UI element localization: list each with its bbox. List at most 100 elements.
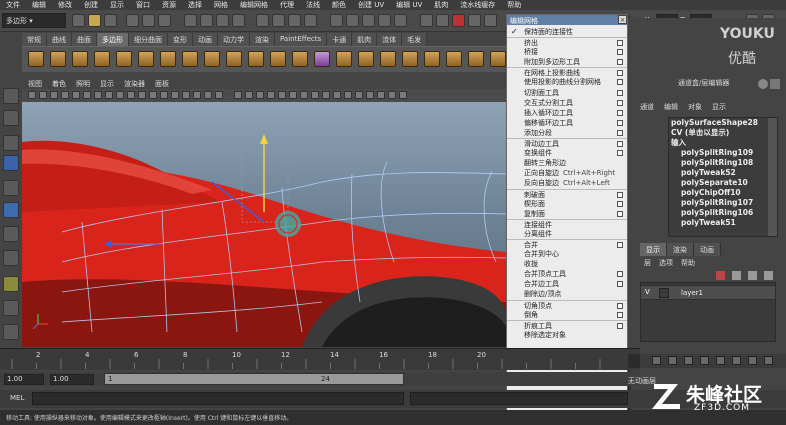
poly-plane-icon[interactable] [116,51,132,67]
channel-box-item[interactable]: polySplitRing109 [669,148,777,158]
viewport-tool-icon[interactable] [355,91,363,99]
option-box-icon[interactable] [617,40,623,47]
viewport-tool-icon[interactable] [311,91,319,99]
option-box-icon[interactable] [617,241,623,248]
ipr-render-icon[interactable] [288,14,301,27]
poly-cone-icon[interactable] [94,51,110,67]
select-object-icon[interactable] [142,14,155,27]
menu-item[interactable]: 肌肉 [434,0,448,10]
viewport-tool-icon[interactable] [204,91,212,99]
edit-mesh-menu-item[interactable]: 移除选定对象 [507,330,627,340]
option-box-icon[interactable] [617,59,623,66]
channel-box-item[interactable]: polySplitRing108 [669,158,777,168]
shelf-tab[interactable]: 动力学 [218,33,250,46]
channel-box-item[interactable]: polyChipOff10 [669,188,777,198]
new-layer-icon[interactable] [716,271,725,280]
viewport-tool-icon[interactable] [149,91,157,99]
hypershade-icon[interactable] [3,324,19,340]
menu-item[interactable]: 显示 [110,0,124,10]
menu-item[interactable]: 流水线缓存 [460,0,495,10]
split-icon[interactable] [402,51,418,67]
edit-mesh-menu-item[interactable]: 复制面 [507,209,627,219]
viewport-menu-item[interactable]: 视图 [28,79,42,89]
channel-box-scrollbar[interactable] [768,118,777,236]
edit-mesh-menu-item[interactable]: 分离组件 [507,229,627,239]
select-tool-icon[interactable] [3,88,19,104]
option-box-icon[interactable] [617,70,623,77]
toggle-icon[interactable] [770,79,780,89]
menu-item[interactable]: 代理 [280,0,294,10]
sphere-icon[interactable] [758,79,768,89]
viewport-tool-icon[interactable] [267,91,275,99]
edit-mesh-menu-item[interactable]: 连接组件 [507,218,627,229]
channel-box-item[interactable]: polyTweak51 [669,218,777,228]
menu-item[interactable]: 文件 [6,0,20,10]
edit-mesh-menu-title[interactable]: 编辑网格 [507,15,627,25]
menu-item[interactable]: 选择 [188,0,202,10]
layer-editor-tab[interactable]: 显示 [640,243,667,256]
option-box-icon[interactable] [617,79,623,86]
layer-editor-menu-item[interactable]: 帮助 [681,258,695,268]
shelf-tab[interactable]: 肌肉 [352,33,378,46]
viewport-tool-icon[interactable] [234,91,242,99]
new-layer-selected-icon[interactable] [732,271,741,280]
option-box-icon[interactable] [617,311,623,318]
menu-item[interactable]: 帮助 [507,0,521,10]
paint-select-icon[interactable] [3,135,19,151]
shelf-tab[interactable]: 动画 [193,33,218,46]
new-scene-icon[interactable] [72,14,85,27]
shelf-tab[interactable]: 卡通 [327,33,353,46]
bevel-icon[interactable] [468,51,484,67]
history-icon[interactable] [256,14,269,27]
magnet-icon[interactable] [346,14,359,27]
soft-mod-icon[interactable] [3,250,19,266]
menu-item[interactable]: 法线 [306,0,320,10]
select-component-icon[interactable] [158,14,171,27]
edit-mesh-menu-item[interactable]: 偏移循环边工具 [507,118,627,128]
edit-mesh-menu-item[interactable]: 插入循环边工具 [507,108,627,118]
merge-icon[interactable] [490,51,506,67]
viewport-tool-icon[interactable] [39,91,47,99]
edit-mesh-menu-item[interactable]: 变换组件 [507,148,627,158]
edit-mesh-menu-item[interactable]: 合并到中心 [507,249,627,259]
viewport-tool-icon[interactable] [215,91,223,99]
reset-icon[interactable] [484,14,497,27]
viewport-tool-icon[interactable] [377,91,385,99]
edit-mesh-menu-item[interactable]: 收拢 [507,259,627,269]
menu-item[interactable]: 网格 [214,0,228,10]
separate-icon[interactable] [226,51,242,67]
viewport-tool-icon[interactable] [388,91,396,99]
poly-sphere-icon[interactable] [28,51,44,67]
edit-mesh-menu-item[interactable]: 添加分段 [507,128,627,138]
viewport-tool-icon[interactable] [322,91,330,99]
loop-icon[interactable] [424,51,440,67]
layer-editor-menu-item[interactable]: 选项 [659,258,673,268]
option-box-icon[interactable] [617,89,623,96]
shelf-tab[interactable]: 渲染 [250,33,275,46]
viewport-menu-item[interactable]: 面板 [155,79,169,89]
edit-mesh-menu-item[interactable]: 倒角 [507,310,627,320]
mode-select[interactable]: 多边形 ▾ [2,13,66,28]
edit-mesh-menu-item[interactable]: ✓ 保持面的连接性 [507,27,627,37]
viewport-tool-icon[interactable] [127,91,135,99]
playback-start-field[interactable]: 1.00 [50,374,94,385]
edit-mesh-menu-item[interactable]: 切割面工具 [507,88,627,98]
snap-curve-icon[interactable] [200,14,213,27]
mirror-icon[interactable] [292,51,308,67]
goto-end-icon[interactable] [764,356,773,365]
viewport-tool-icon[interactable] [94,91,102,99]
viewport-tool-icon[interactable] [72,91,80,99]
lock-icon[interactable] [362,14,375,27]
shelf-tab[interactable]: 细分曲面 [129,33,168,46]
layer-color-swatch[interactable] [659,288,669,298]
option-box-icon[interactable] [617,210,623,217]
layer-editor-tab[interactable]: 动画 [694,243,721,256]
layer-editor-tab[interactable]: 渲染 [667,243,694,256]
viewport-menu-item[interactable]: 着色 [52,79,66,89]
menu-item[interactable]: 编辑 [32,0,46,10]
option-box-icon[interactable] [617,302,623,309]
viewport-tool-icon[interactable] [50,91,58,99]
option-box-icon[interactable] [617,119,623,126]
start-time-field[interactable]: 1.00 [4,374,44,385]
current-frame-field[interactable] [628,354,640,368]
